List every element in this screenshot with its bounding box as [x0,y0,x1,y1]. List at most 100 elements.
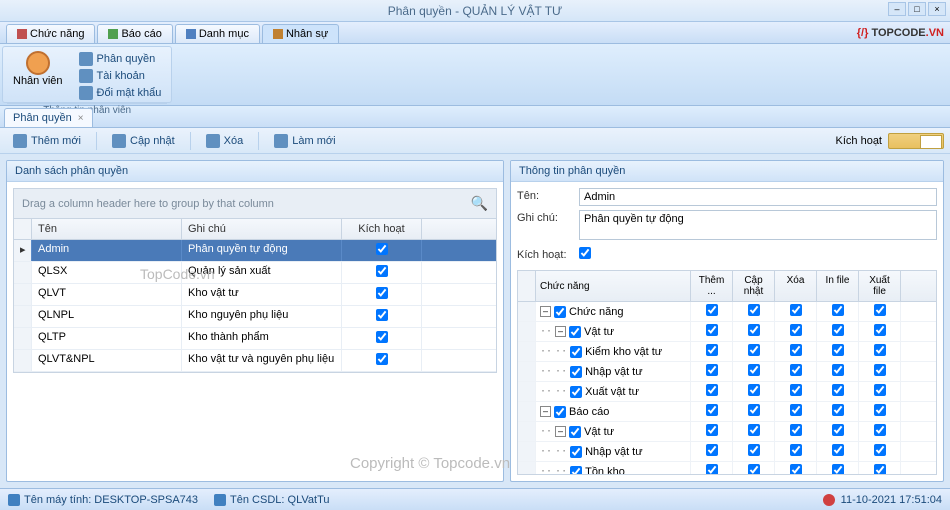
perm-row[interactable]: ·· ·· Tồn kho [518,462,936,475]
add-checkbox[interactable] [706,304,718,316]
perm-row[interactable]: – Chức năng [518,302,936,322]
export-checkbox[interactable] [874,324,886,336]
delete-checkbox[interactable] [790,424,802,436]
delete-checkbox[interactable] [790,464,802,475]
col-add[interactable]: Thêm ... [691,271,733,301]
row-checkbox[interactable] [376,265,388,277]
func-checkbox[interactable] [569,326,581,338]
delete-checkbox[interactable] [790,444,802,456]
table-row[interactable]: ▸AdminPhân quyền tự động [14,240,496,262]
col-function[interactable]: Chức năng [536,271,691,301]
col-activate[interactable]: Kích hoạt [342,219,422,239]
add-checkbox[interactable] [706,444,718,456]
col-note[interactable]: Ghi chú [182,219,342,239]
export-checkbox[interactable] [874,384,886,396]
perm-row[interactable]: ·· – Vật tư [518,422,936,442]
export-checkbox[interactable] [874,344,886,356]
ribbon-item[interactable]: Tài khoản [75,68,166,84]
update-button[interactable]: Cập nhật [105,131,182,151]
table-row[interactable]: QLVTKho vật tư [14,284,496,306]
ribbon-item[interactable]: Đổi mật khẩu [75,85,166,101]
col-delete[interactable]: Xóa [775,271,817,301]
add-checkbox[interactable] [706,384,718,396]
export-checkbox[interactable] [874,304,886,316]
col-export[interactable]: Xuất file [859,271,901,301]
close-icon[interactable]: × [78,113,84,124]
print-checkbox[interactable] [832,304,844,316]
col-print[interactable]: In file [817,271,859,301]
add-button[interactable]: Thêm mới [6,131,88,151]
row-checkbox[interactable] [376,243,388,255]
update-checkbox[interactable] [748,444,760,456]
maximize-button[interactable]: □ [908,2,926,16]
print-checkbox[interactable] [832,324,844,336]
delete-checkbox[interactable] [790,404,802,416]
perm-row[interactable]: ·· ·· Kiểm kho vật tư [518,342,936,362]
update-checkbox[interactable] [748,424,760,436]
close-button[interactable]: × [928,2,946,16]
delete-checkbox[interactable] [790,364,802,376]
table-row[interactable]: QLNPLKho nguyên phụ liệu [14,306,496,328]
func-checkbox[interactable] [570,466,582,476]
delete-checkbox[interactable] [790,304,802,316]
expand-icon[interactable]: – [540,306,551,317]
add-checkbox[interactable] [706,424,718,436]
row-checkbox[interactable] [376,331,388,343]
export-checkbox[interactable] [874,404,886,416]
update-checkbox[interactable] [748,464,760,475]
row-checkbox[interactable] [376,287,388,299]
delete-button[interactable]: Xóa [199,131,251,151]
print-checkbox[interactable] [832,404,844,416]
refresh-button[interactable]: Làm mới [267,131,342,151]
update-checkbox[interactable] [748,304,760,316]
update-checkbox[interactable] [748,384,760,396]
table-row[interactable]: QLTPKho thành phẩm [14,328,496,350]
print-checkbox[interactable] [832,464,844,475]
print-checkbox[interactable] [832,344,844,356]
activate-toggle[interactable] [888,133,944,149]
perm-row[interactable]: – Báo cáo [518,402,936,422]
table-row[interactable]: QLSXQuản lý sản xuất [14,262,496,284]
update-checkbox[interactable] [748,324,760,336]
func-checkbox[interactable] [554,306,566,318]
ribbon-staff-button[interactable]: Nhân viên [7,49,69,103]
top-tab[interactable]: Nhân sự [262,24,339,43]
col-name[interactable]: Tên [32,219,182,239]
func-checkbox[interactable] [570,366,582,378]
add-checkbox[interactable] [706,364,718,376]
top-tab[interactable]: Chức năng [6,24,95,43]
search-icon[interactable]: 🔍 [471,195,488,212]
expand-icon[interactable]: – [540,406,551,417]
expand-icon[interactable]: – [555,426,566,437]
func-checkbox[interactable] [569,426,581,438]
print-checkbox[interactable] [832,384,844,396]
print-checkbox[interactable] [832,364,844,376]
perm-row[interactable]: ·· ·· Nhập vật tư [518,442,936,462]
delete-checkbox[interactable] [790,344,802,356]
table-row[interactable]: QLVT&NPLKho vật tư và nguyên phụ liệu [14,350,496,372]
update-checkbox[interactable] [748,344,760,356]
add-checkbox[interactable] [706,344,718,356]
export-checkbox[interactable] [874,424,886,436]
group-by-bar[interactable]: Drag a column header here to group by th… [13,188,497,219]
row-checkbox[interactable] [376,309,388,321]
perm-row[interactable]: ·· ·· Nhập vật tư [518,362,936,382]
func-checkbox[interactable] [570,446,582,458]
col-update[interactable]: Cập nhật [733,271,775,301]
update-checkbox[interactable] [748,404,760,416]
delete-checkbox[interactable] [790,384,802,396]
activate-checkbox[interactable] [579,247,591,259]
add-checkbox[interactable] [706,404,718,416]
print-checkbox[interactable] [832,444,844,456]
export-checkbox[interactable] [874,364,886,376]
ribbon-item[interactable]: Phân quyền [75,51,166,67]
func-checkbox[interactable] [570,346,582,358]
export-checkbox[interactable] [874,444,886,456]
delete-checkbox[interactable] [790,324,802,336]
update-checkbox[interactable] [748,364,760,376]
add-checkbox[interactable] [706,464,718,475]
perm-row[interactable]: ·· ·· Xuất vật tư [518,382,936,402]
func-checkbox[interactable] [554,406,566,418]
row-checkbox[interactable] [376,353,388,365]
perm-row[interactable]: ·· – Vật tư [518,322,936,342]
